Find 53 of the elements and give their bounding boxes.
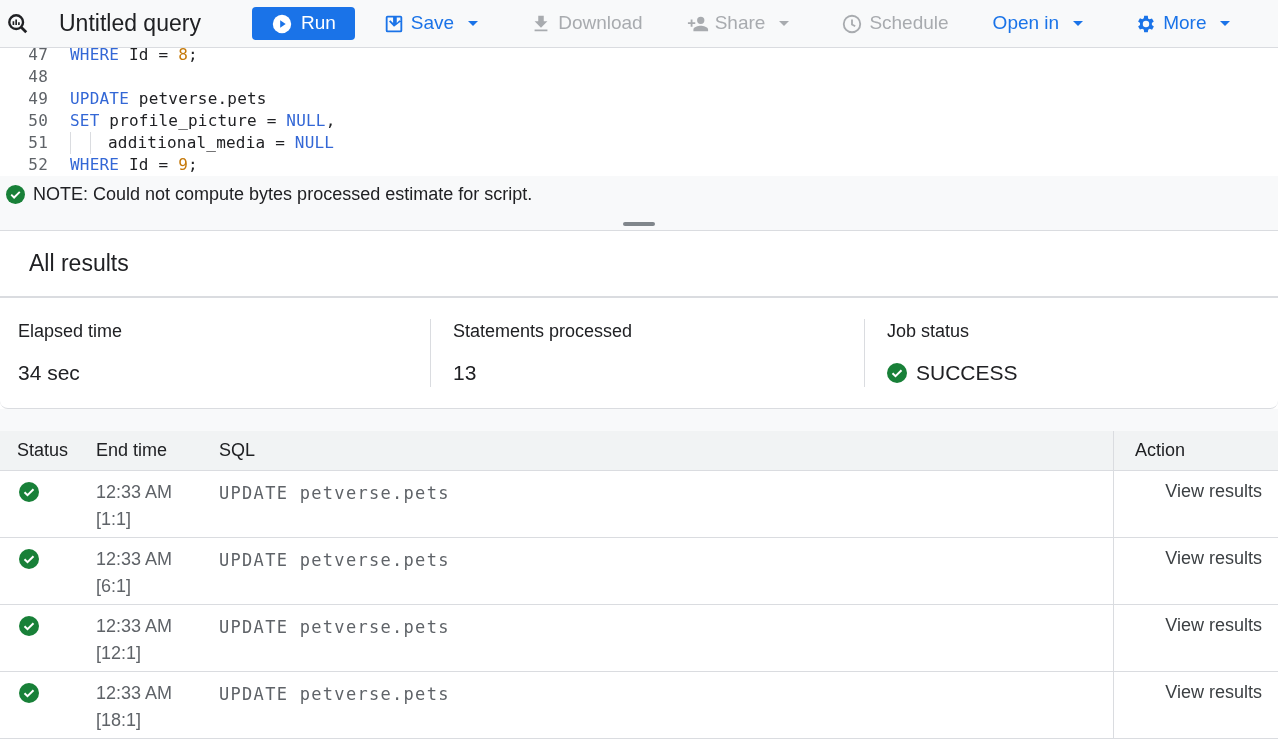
- code-line: UPDATE petverse.pets: [70, 88, 267, 110]
- toolbar-button[interactable]: More: [1135, 7, 1231, 40]
- column-header: Status: [16, 439, 70, 462]
- end-time: 12:33 AM: [96, 682, 174, 705]
- query-logo-icon: [7, 12, 29, 35]
- summary-label: Statements processed: [453, 319, 634, 343]
- run-button[interactable]: Run: [252, 7, 355, 40]
- caret-icon: [468, 21, 479, 26]
- end-time: 12:33 AM: [96, 615, 174, 638]
- caret-icon: [1073, 21, 1084, 26]
- sql-cell: UPDATE petverse.pets: [219, 550, 450, 570]
- sql-cell: UPDATE petverse.pets: [219, 684, 450, 704]
- success-check-icon: [6, 184, 25, 204]
- line-number: 48: [27, 66, 49, 88]
- statement-position: [12:1]: [96, 642, 143, 665]
- line-number: 50: [27, 110, 49, 132]
- statement-position: [18:1]: [96, 709, 143, 732]
- note-message: NOTE: Could not compute bytes processed estimate for script.: [33, 182, 533, 206]
- summary-value: 13: [453, 359, 477, 386]
- end-time: 12:33 AM: [96, 481, 174, 504]
- sql-cell: UPDATE petverse.pets: [219, 617, 450, 637]
- view-results-link[interactable]: View results: [1165, 679, 1262, 706]
- summary-label: Elapsed time: [18, 319, 124, 343]
- results-title: All results: [29, 249, 129, 279]
- caret-icon: [779, 21, 790, 26]
- view-results-link[interactable]: View results: [1165, 545, 1262, 572]
- code-line: WHERE Id = 9;: [70, 154, 198, 176]
- toolbar-button[interactable]: Open in: [992, 7, 1084, 40]
- summary-label: Job status: [887, 319, 971, 343]
- view-results-link[interactable]: View results: [1165, 612, 1262, 639]
- code-line: SET profile_picture = NULL,: [70, 110, 336, 132]
- column-header: Action: [1113, 431, 1278, 470]
- query-title: Untitled query: [59, 9, 202, 39]
- caret-icon: [1220, 21, 1231, 26]
- end-time: 12:33 AM: [96, 548, 174, 571]
- play-icon: [271, 12, 293, 35]
- toolbar-button[interactable]: Save: [382, 7, 479, 40]
- line-number: 52: [27, 154, 49, 176]
- summary-value: SUCCESS: [916, 359, 1018, 386]
- line-number: 49: [27, 88, 49, 110]
- code-line: additional_media = NULL: [108, 132, 335, 154]
- column-header: SQL: [218, 439, 257, 462]
- code-line: WHERE Id = 8;: [70, 48, 198, 66]
- line-number: 47: [27, 48, 49, 66]
- column-header: End time: [95, 439, 169, 462]
- line-number: 51: [27, 132, 49, 154]
- clock-icon: [841, 12, 864, 35]
- view-results-link[interactable]: View results: [1165, 478, 1262, 505]
- statement-position: [1:1]: [96, 508, 133, 531]
- statement-position: [6:1]: [96, 575, 133, 598]
- sql-cell: UPDATE petverse.pets: [219, 483, 450, 503]
- summary-value: 34 sec: [18, 359, 80, 386]
- resize-handle[interactable]: [623, 222, 655, 226]
